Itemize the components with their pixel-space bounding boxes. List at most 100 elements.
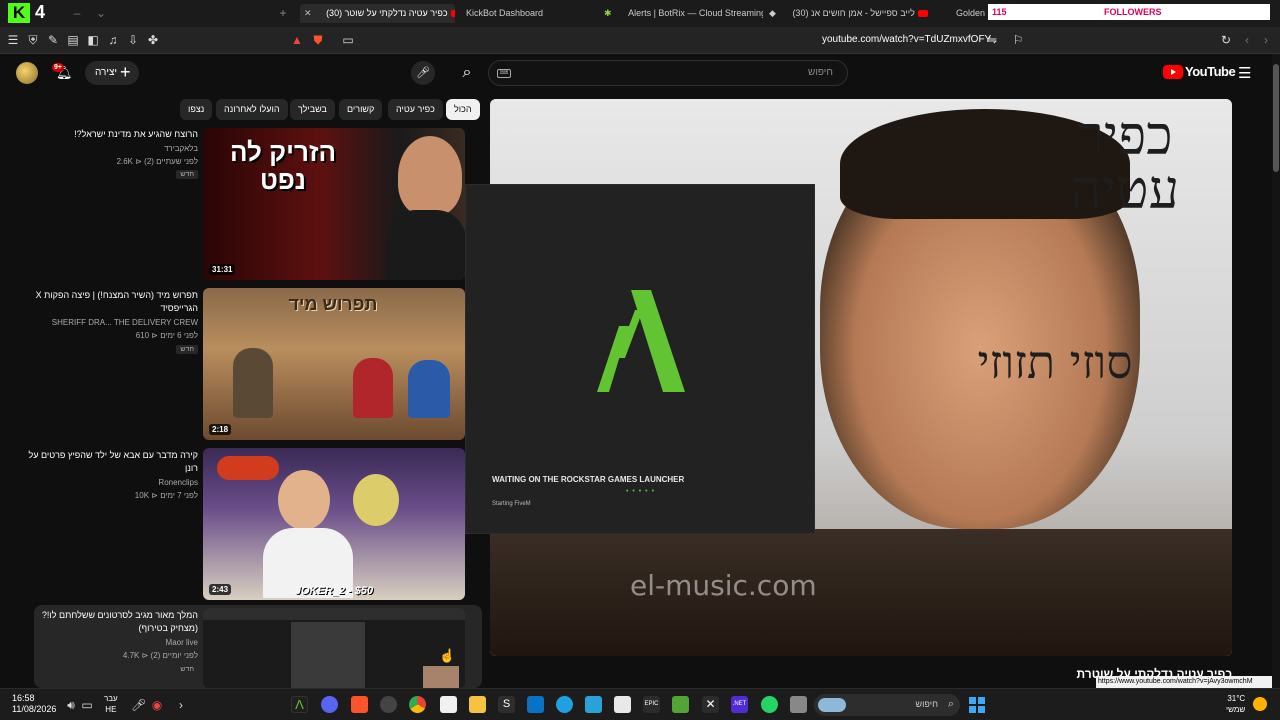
music-icon[interactable]: ♫ [106, 33, 120, 47]
minecraft-taskbar-icon[interactable] [672, 696, 689, 713]
network-icon[interactable]: ▭ [80, 698, 94, 712]
rec-thumb-text-3: JOKER_2 - $50 [294, 585, 374, 597]
sidebar-menu-icon[interactable]: ☰ [6, 33, 20, 47]
rec-title-1[interactable]: הרוצח שהגיע את מדינת ישראל?! [28, 128, 198, 141]
language-indicator[interactable]: עבר HE [104, 693, 118, 715]
tab-live-special[interactable]: ◆ (30) לייב ספיישל - אמן חושים אנ [765, 4, 945, 23]
calculator-taskbar-icon[interactable] [614, 696, 631, 713]
chip-for-you[interactable]: בשבילך [290, 99, 335, 120]
rec-channel-4[interactable]: Maor live [28, 638, 198, 647]
rec-thumbnail-2[interactable]: תפרוש מיד 2:18 [203, 288, 465, 440]
extensions-icon[interactable]: ✎ [46, 33, 60, 47]
rec-title-2[interactable]: תפרוש מיד (השיר המצנח!) | פיצה הפקות X ה… [28, 289, 198, 315]
file-explorer-taskbar-icon[interactable] [469, 696, 486, 713]
chip-watched[interactable]: נצפו [180, 99, 213, 120]
new-badge-4: חדש [176, 665, 198, 674]
chrome-taskbar-icon[interactable] [409, 696, 426, 713]
steelseries-tray-icon[interactable]: ◉ [150, 698, 164, 712]
store-taskbar-icon[interactable] [527, 696, 544, 713]
capcut-taskbar-icon[interactable]: ✕ [702, 696, 719, 713]
search-icon[interactable]: ⌕ [450, 59, 484, 87]
windows-start-icon[interactable] [969, 697, 985, 713]
discord-taskbar-icon[interactable] [321, 696, 338, 713]
fivem-logo-icon [597, 290, 685, 392]
document-taskbar-icon[interactable] [440, 696, 457, 713]
search-input[interactable]: ⌨ חיפוש [488, 60, 848, 86]
kick-logo-icon[interactable]: K [8, 3, 30, 23]
rec-thumbnail-1[interactable]: הזריק לה נפט 31:31 [203, 128, 465, 280]
voice-search-mic-icon[interactable]: 🎤︎ [411, 61, 435, 85]
youtube-logo-text[interactable]: YouTube [1185, 64, 1236, 79]
duration-badge-3: 2:43 [209, 584, 232, 595]
dotnet-taskbar-icon[interactable]: .NET [731, 696, 748, 713]
streamer-bot-taskbar-icon[interactable]: S [498, 696, 515, 713]
sun-icon [1253, 697, 1267, 711]
rec-thumb-face-3b [353, 474, 399, 526]
tab-golden[interactable]: Golden [952, 4, 988, 23]
fivem-taskbar-icon[interactable]: Λ [291, 696, 308, 713]
new-tab-plus-icon[interactable]: + [276, 6, 290, 20]
edge-taskbar-icon[interactable] [556, 696, 573, 713]
chip-all[interactable]: הכול [446, 99, 480, 120]
rec-channel-1[interactable]: בלאקבירד [28, 144, 198, 153]
warning-icon[interactable]: ▲ [290, 33, 304, 47]
mic-tray-icon[interactable]: 🎤︎ [131, 698, 146, 712]
puzzle-icon[interactable]: ✤ [146, 33, 160, 47]
botrix-favicon-icon: ✱ [604, 8, 612, 18]
app-taskbar-icon-1[interactable] [585, 696, 602, 713]
epic-games-taskbar-icon[interactable]: EPIC [643, 696, 660, 713]
followers-label: FOLLOWERS [1104, 7, 1162, 17]
rec-thumb-sticker-3 [217, 456, 279, 480]
rec-channel-2[interactable]: SHERIFF DRA... THE DELIVERY CREW [28, 318, 198, 327]
followers-count: 115 [992, 7, 1007, 17]
bookmark-icon[interactable]: ⚐ [1011, 33, 1025, 47]
forward-arrow-icon[interactable]: › [1259, 33, 1273, 47]
chip-related[interactable]: קשורים [339, 99, 383, 120]
guide-menu-icon[interactable]: ☰ [1238, 64, 1251, 82]
tray-chevron-icon[interactable]: › [174, 698, 188, 712]
tab-kickbot[interactable]: KickBot Dashboard [462, 4, 582, 23]
rec-thumb-toolbar-4 [203, 608, 465, 620]
brave-shield-icon[interactable]: ⛊ [311, 33, 325, 47]
brave-taskbar-icon[interactable] [351, 696, 368, 713]
download-icon[interactable]: ⇩ [126, 33, 140, 47]
rec-channel-3[interactable]: Ronenclips [28, 478, 198, 487]
keyboard-icon[interactable]: ⌨ [497, 69, 511, 78]
rec-meta-1: 2.6K ⊳ לפני שעתיים (2) [116, 157, 198, 166]
tab-youtube-active[interactable]: ✕ (30) כפיר עטיה נדלקתי על שוטר [300, 4, 455, 23]
app-taskbar-icon-2[interactable] [790, 696, 807, 713]
rec-title-3[interactable]: קירה מדבר עם אבא של ילד שהפיץ פרטים על ר… [28, 449, 198, 475]
tab-list-chevron-icon[interactable]: ⌄ [94, 6, 108, 20]
obs-taskbar-icon[interactable] [380, 696, 397, 713]
duration-badge-2: 2:18 [209, 424, 232, 435]
reload-icon[interactable]: ↻ [1219, 33, 1233, 47]
back-arrow-icon[interactable]: ‹ [1240, 33, 1254, 47]
sidebar-toggle-icon[interactable]: ◧ [86, 33, 100, 47]
page-scrollbar-thumb[interactable] [1273, 64, 1279, 172]
whatsapp-taskbar-icon[interactable] [761, 696, 778, 713]
tabs-icon[interactable]: ▤ [66, 33, 80, 47]
volume-icon[interactable]: 🔊︎ [64, 698, 78, 712]
screen-icon[interactable]: ▭ [341, 33, 355, 47]
youtube-logo-icon[interactable] [1163, 65, 1183, 79]
close-tab-icon[interactable]: ✕ [304, 8, 312, 18]
address-bar-row: ☰ ⛨ ✎ ▤ ◧ ♫ ⇩ ✤ ▲ ⛊ ▭ youtube.com/watch?… [0, 27, 1280, 54]
shield-icon[interactable]: ⛨ [26, 33, 40, 47]
page-settings-icon[interactable]: ⇋ [985, 33, 999, 47]
taskbar-clock[interactable]: 16:58 11/08/2026 [12, 693, 56, 715]
rec-meta-2: 610 ⊳ לפני 6 ימים [135, 331, 198, 340]
rec-thumbnail-3[interactable]: JOKER_2 - $50 2:43 [203, 448, 465, 600]
taskbar-search[interactable]: חיפוש ⌕ [814, 694, 960, 716]
rec-thumbnail-4[interactable]: ☝ [203, 608, 465, 688]
chip-recently-uploaded[interactable]: הועלו לאחרונה [216, 99, 288, 120]
avatar[interactable] [16, 62, 38, 84]
lang-top: עבר [104, 694, 118, 703]
chip-kfir-atia[interactable]: כפיר עטיה [388, 99, 443, 120]
rec-title-4[interactable]: המלך מאור מגיב לסרטונים ששלחתם לו!? (מצח… [28, 609, 198, 635]
tab-botrix[interactable]: ✱ Alerts | BotRix — Cloud Streaming Bo [600, 4, 763, 23]
url-text[interactable]: youtube.com/watch?v=TdUZmxvfOFY [822, 34, 991, 45]
tab-minimize-icon[interactable]: – [70, 6, 84, 20]
youtube-header: 🔔︎ 9+ יצירה + 🎤︎ ⌕ ⌨ חיפוש YouTube ☰ [0, 54, 1272, 92]
create-button[interactable]: יצירה + [85, 61, 139, 85]
weather-widget[interactable]: 31°C שמשי [1226, 693, 1245, 715]
